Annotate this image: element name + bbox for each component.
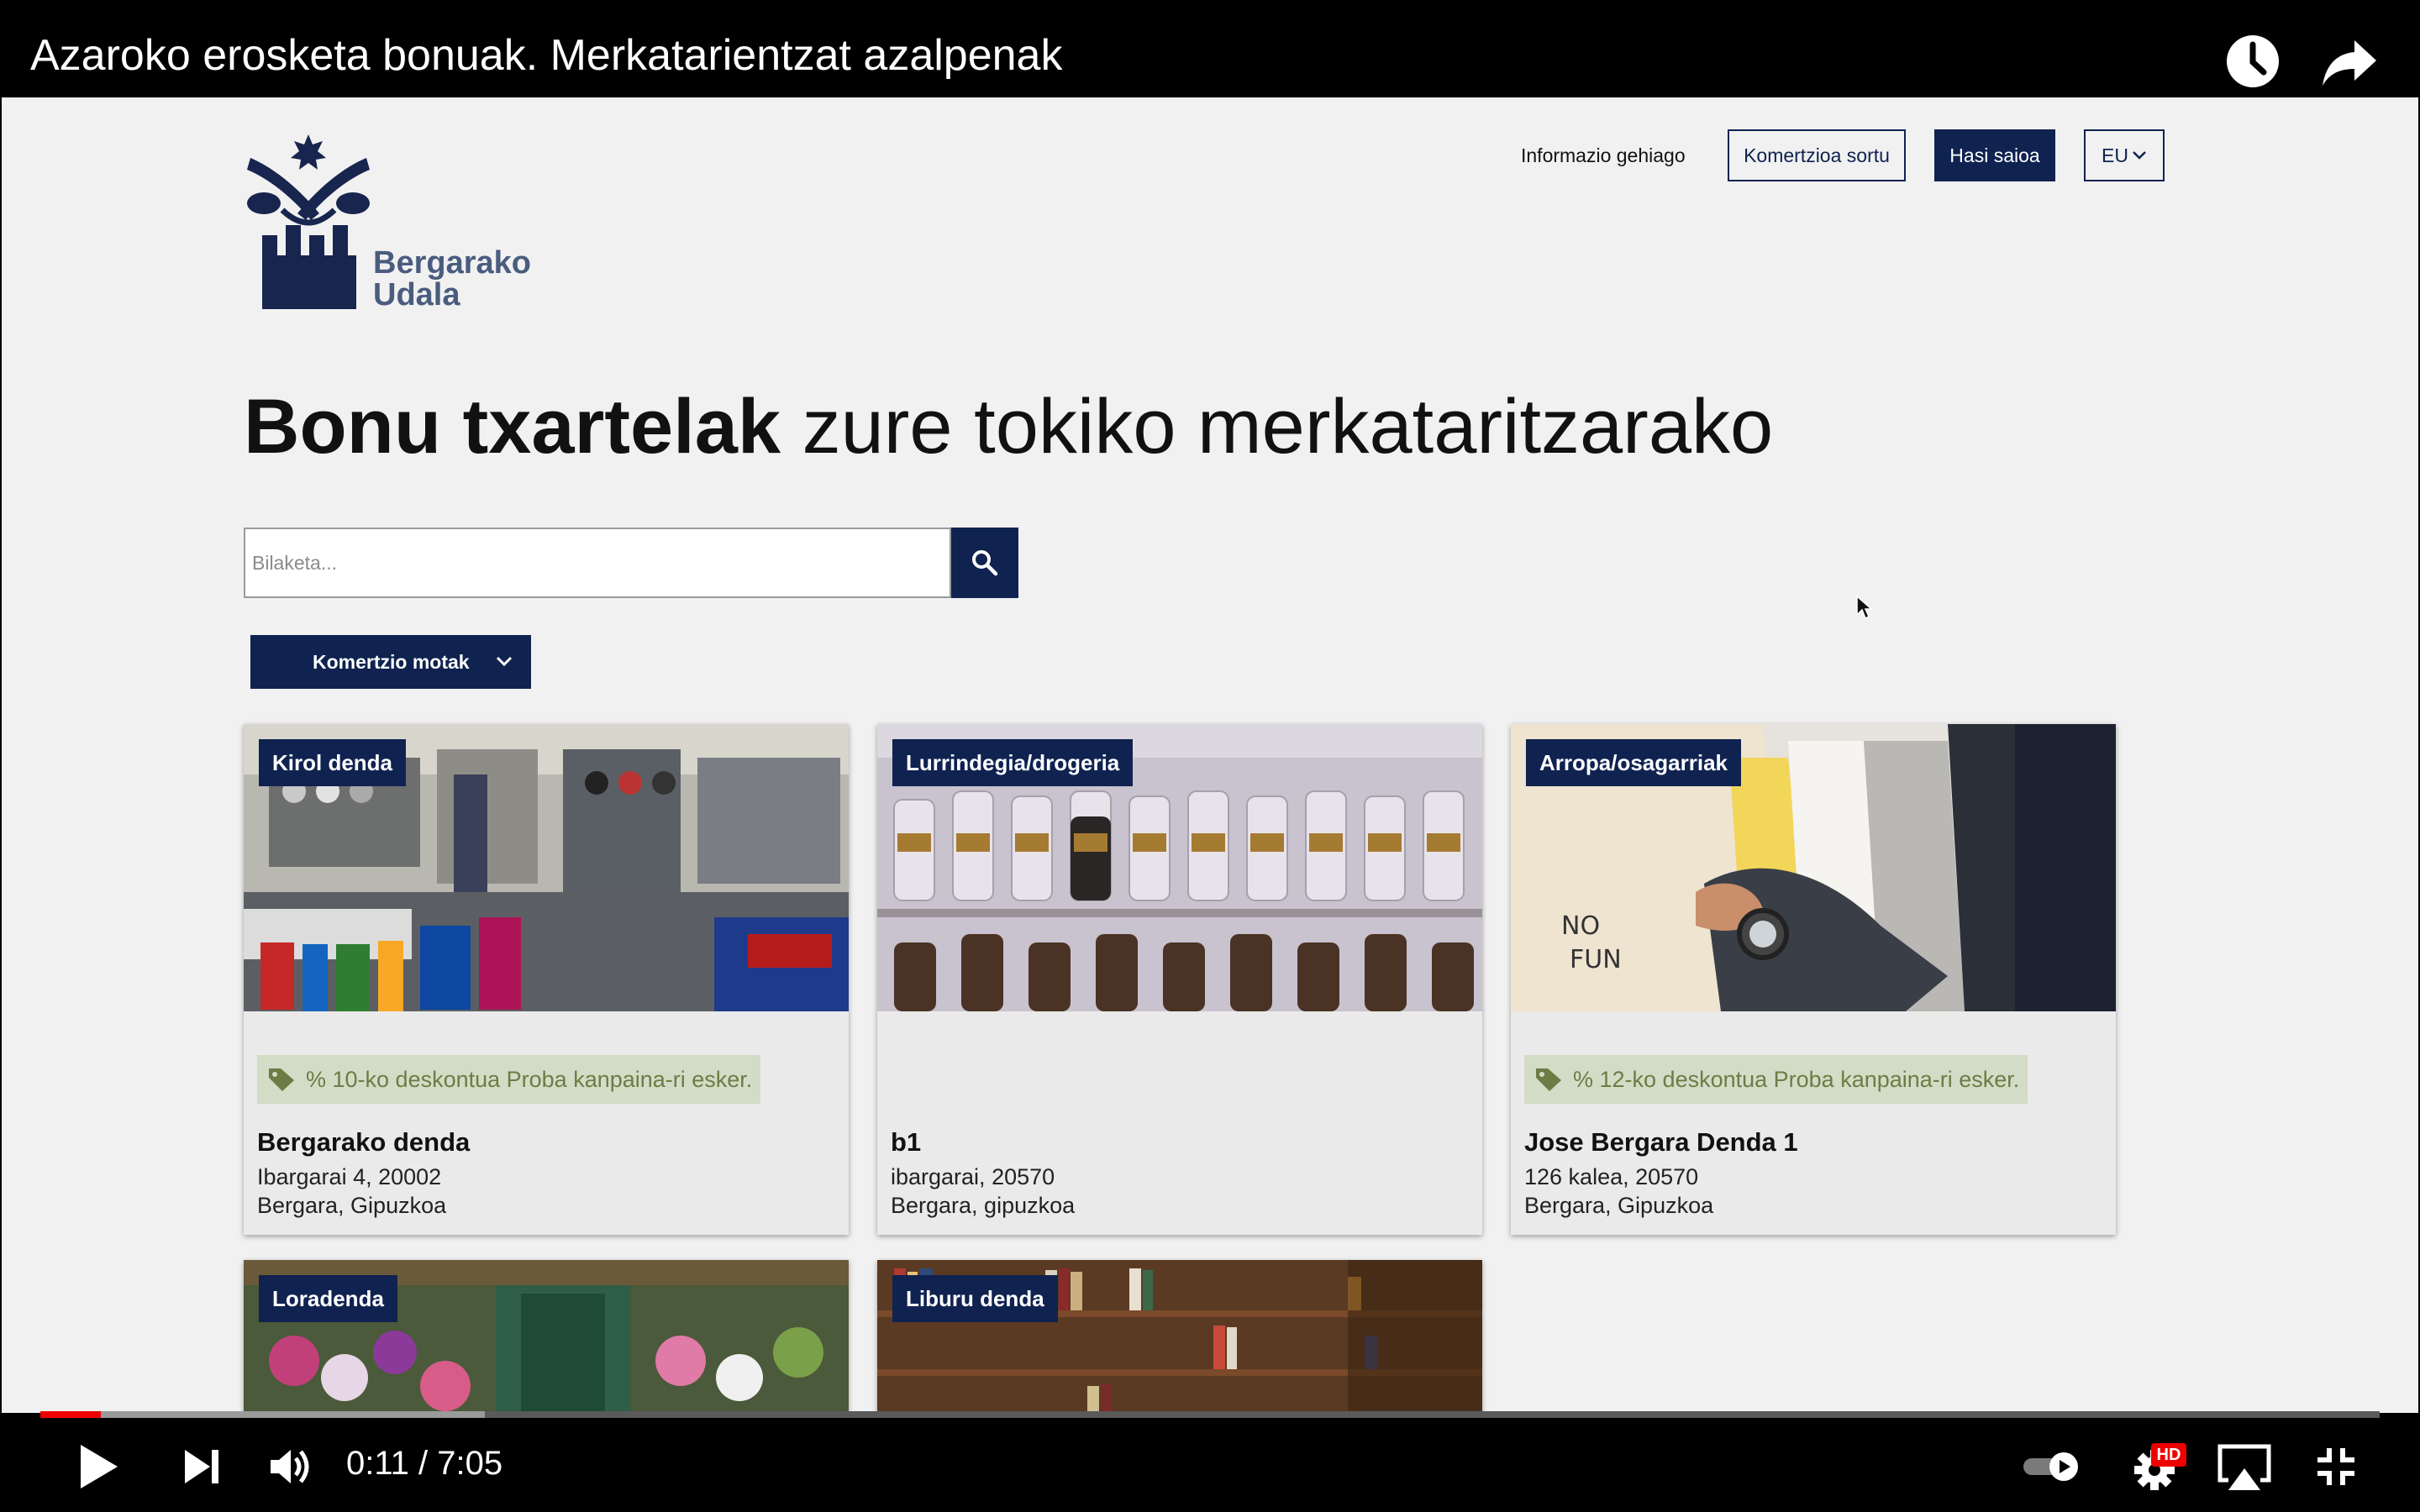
- shop-card[interactable]: Lurrindegia/drogeria b1 ibargarai, 20570…: [877, 724, 1482, 1235]
- chevron-down-icon: [496, 656, 513, 667]
- video-title[interactable]: Azaroko erosketa bonuak. Merkatarientzat…: [30, 30, 1062, 81]
- hd-badge: HD: [2151, 1443, 2186, 1467]
- shop-address-line2: Bergara, Gipuzkoa: [1524, 1193, 1714, 1218]
- page-title-rest: zure tokiko merkataritzarako: [781, 384, 1774, 470]
- shop-name: b1: [891, 1127, 922, 1157]
- shop-card[interactable]: Liburu denda: [877, 1260, 1482, 1413]
- autoplay-toggle-icon[interactable]: [2022, 1450, 2082, 1483]
- search-icon: [972, 550, 998, 576]
- bergara-logo[interactable]: Bergarako Udala: [245, 133, 556, 351]
- price-tag-icon: [269, 1068, 294, 1091]
- search-button[interactable]: [951, 528, 1018, 598]
- video-time: 0:11 / 7:05: [346, 1445, 503, 1482]
- language-value: EU: [2102, 144, 2128, 166]
- video-played-bar: [40, 1411, 102, 1418]
- page-title-bold: Bonu txartelak: [244, 384, 781, 470]
- shop-card[interactable]: NO FUN Arropa/osagarriak % 12-ko deskont…: [1511, 724, 2116, 1235]
- category-tag: Loradenda: [259, 1275, 397, 1322]
- discount-badge: % 12-ko deskontua Proba kanpaina-ri eske…: [1524, 1055, 2028, 1104]
- logo-text-line1: Bergarako: [373, 245, 531, 281]
- login-button[interactable]: Hasi saioa: [1934, 129, 2055, 181]
- shop-type-filter-button[interactable]: Komertzio motak: [250, 635, 531, 689]
- shop-address-line1: ibargarai, 20570: [891, 1164, 1055, 1189]
- price-tag-icon: [1536, 1068, 1561, 1091]
- video-buffered-bar: [40, 1411, 485, 1418]
- category-tag: Kirol denda: [259, 739, 407, 786]
- play-icon[interactable]: [77, 1443, 121, 1490]
- shop-address-line1: Ibargarai 4, 20002: [257, 1164, 442, 1189]
- shop-address-line1: 126 kalea, 20570: [1524, 1164, 1699, 1189]
- svg-text:FUN: FUN: [1570, 945, 1622, 974]
- logo-text-line2: Udala: [373, 277, 460, 312]
- category-tag: Lurrindegia/drogeria: [892, 739, 1134, 786]
- share-arrow-icon[interactable]: [2321, 32, 2380, 91]
- category-tag: Liburu denda: [892, 1275, 1058, 1322]
- shop-card[interactable]: Kirol denda % 10-ko deskontua Proba kanp…: [244, 724, 849, 1235]
- discount-text: % 10-ko deskontua Proba kanpaina-ri eske…: [306, 1066, 753, 1092]
- search-input[interactable]: Bilaketa...: [244, 528, 951, 598]
- svg-text:NO: NO: [1561, 911, 1600, 941]
- embedded-web-page: Bergarako Udala Informazio gehiago Komer…: [2, 97, 2418, 1413]
- shop-address-line2: Bergara, gipuzkoa: [891, 1193, 1076, 1218]
- language-select[interactable]: EU: [2084, 129, 2165, 181]
- discount-text: % 12-ko deskontua Proba kanpaina-ri eske…: [1573, 1066, 2020, 1092]
- shop-address-line2: Bergara, Gipuzkoa: [257, 1193, 447, 1218]
- clock-icon[interactable]: [2223, 32, 2282, 91]
- airplay-icon[interactable]: [2217, 1443, 2272, 1492]
- shop-name: Jose Bergara Denda 1: [1524, 1127, 1798, 1157]
- video-top-bar: Azaroko erosketa bonuak. Merkatarientzat…: [0, 0, 2420, 97]
- category-tag: Arropa/osagarriak: [1526, 739, 1741, 786]
- skip-next-icon[interactable]: [183, 1448, 220, 1485]
- discount-badge: % 10-ko deskontua Proba kanpaina-ri eske…: [257, 1055, 761, 1104]
- shop-card[interactable]: Loradenda: [244, 1260, 849, 1413]
- chevron-down-icon: [2133, 151, 2146, 160]
- create-shop-button[interactable]: Komertzioa sortu: [1728, 129, 1906, 181]
- mouse-cursor-icon: [1856, 595, 1872, 620]
- filter-label: Komertzio motak: [313, 650, 470, 673]
- town-crest-icon: [247, 134, 370, 309]
- exit-fullscreen-icon[interactable]: [2316, 1446, 2356, 1487]
- shop-name: Bergarako denda: [257, 1127, 471, 1157]
- volume-icon[interactable]: [269, 1446, 313, 1487]
- nav-more-info-link[interactable]: Informazio gehiago: [1521, 144, 1686, 167]
- page-title: Bonu txartelak zure tokiko merkataritzar…: [244, 383, 1773, 471]
